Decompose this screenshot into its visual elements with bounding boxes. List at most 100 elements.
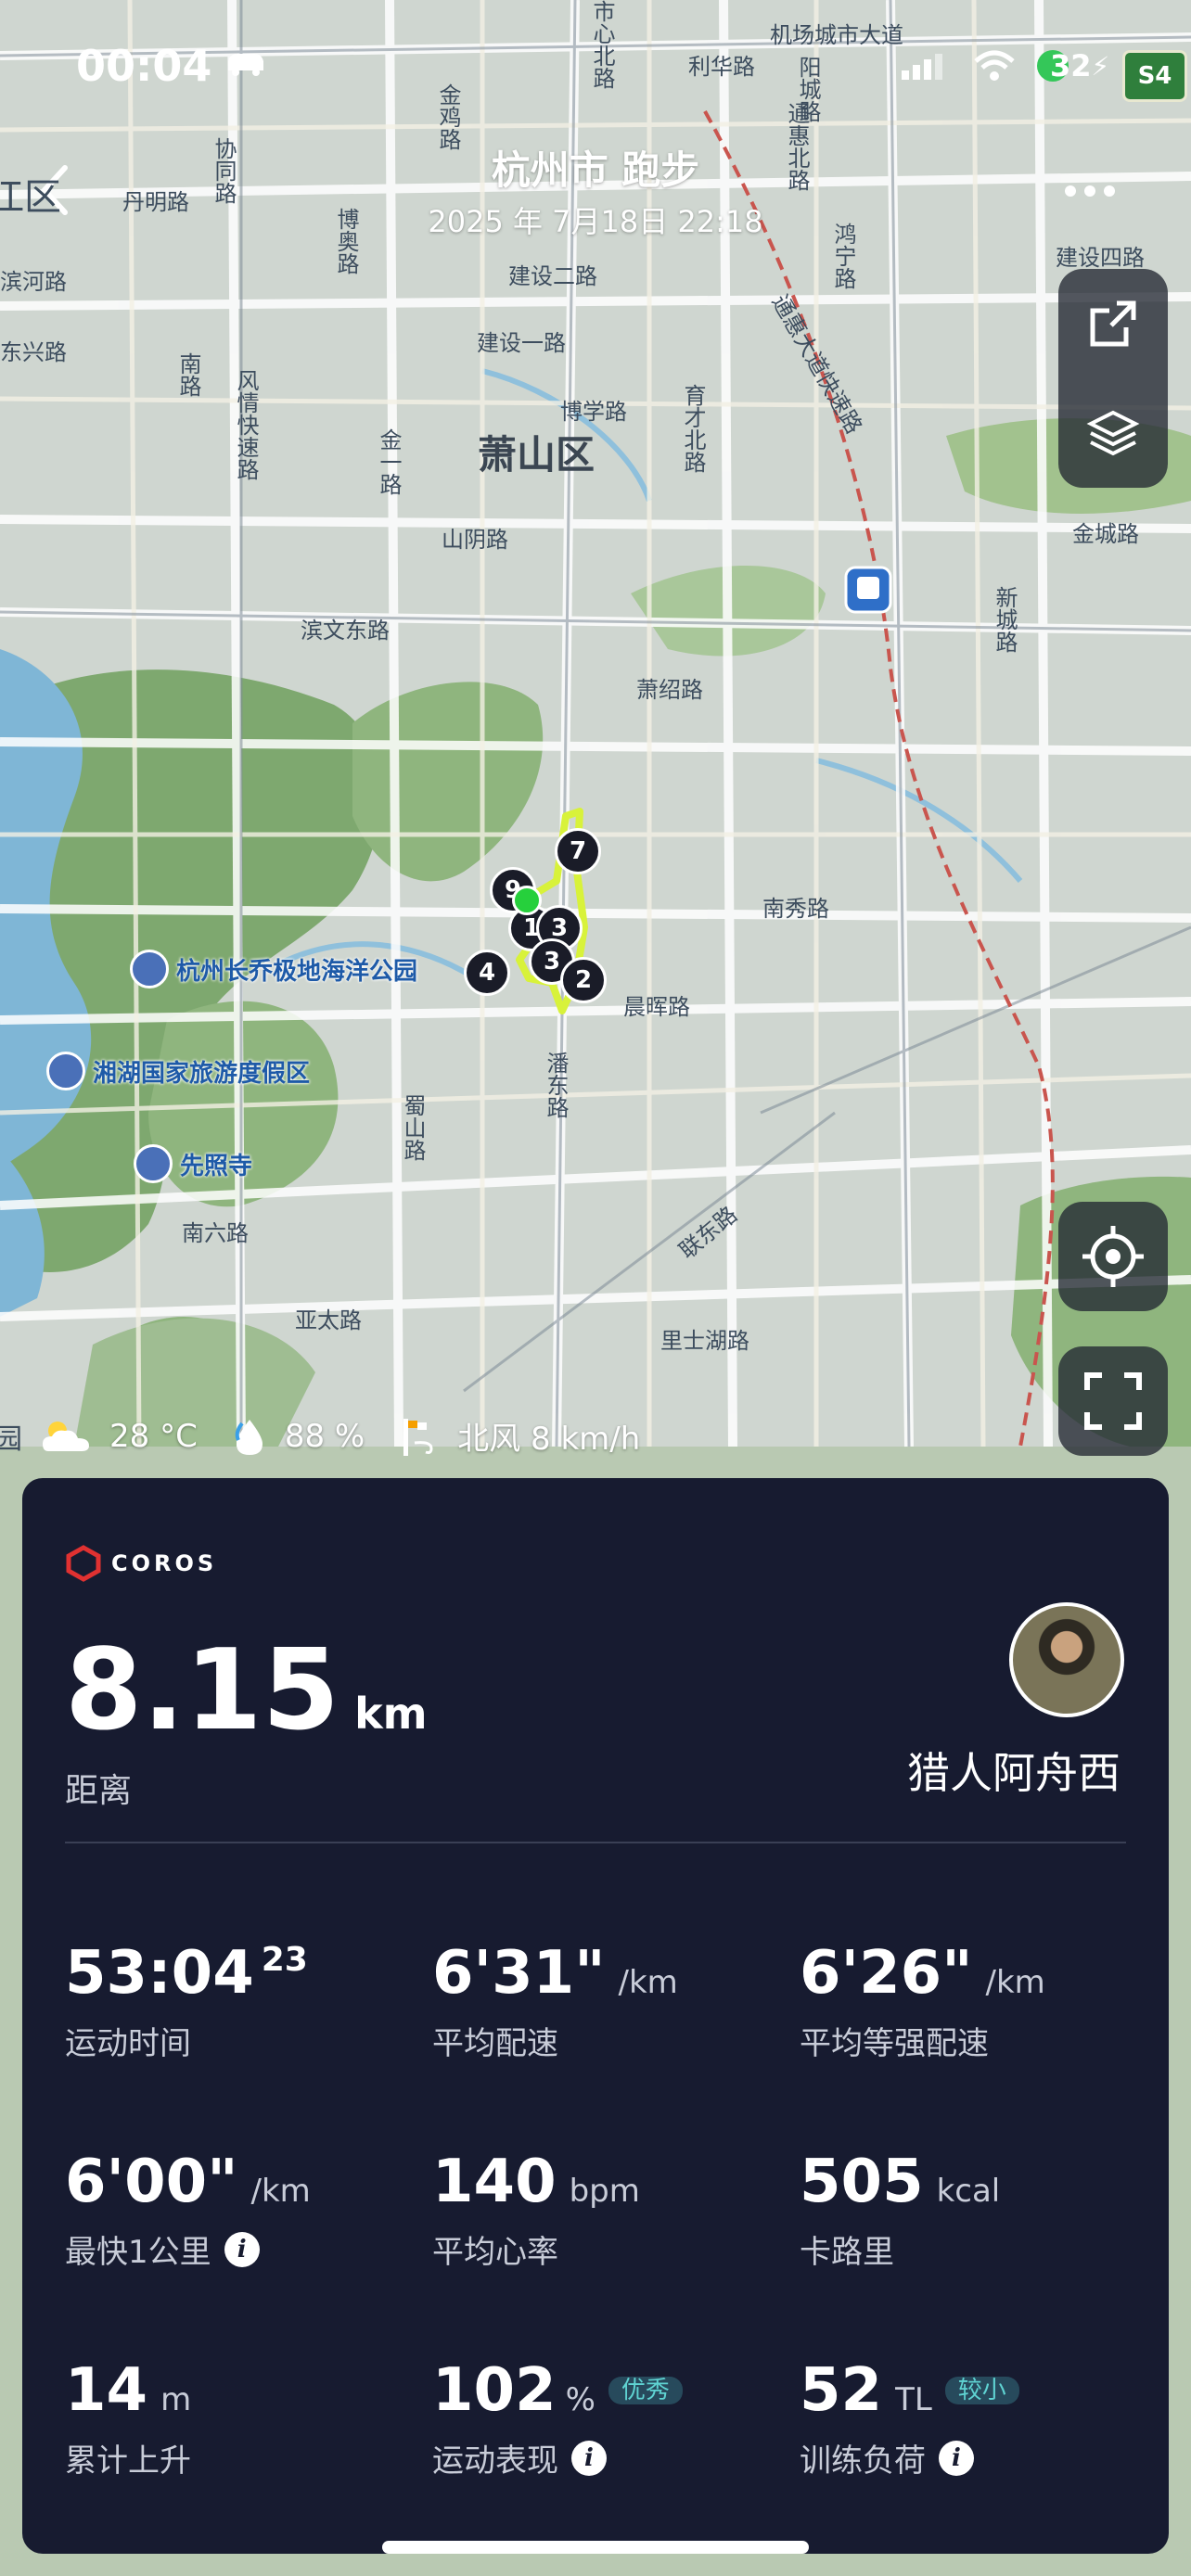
- km-marker[interactable]: 7: [555, 828, 601, 874]
- poi-icon: [134, 1144, 173, 1183]
- road-label: 新城路: [992, 586, 1018, 653]
- activity-summary-card: COROS 8.15 km 距离 猎人阿舟西 53:04 23 运动时间 6'31…: [22, 1478, 1169, 2554]
- temperature: 28 °C: [109, 1417, 198, 1455]
- road-label: 萧绍路: [636, 677, 703, 703]
- fullscreen-icon: [1084, 1372, 1142, 1430]
- stat-unit: %: [565, 2381, 596, 2418]
- highway-badge: S4: [1122, 50, 1187, 102]
- poi-xianghu[interactable]: 湘湖国家旅游度假区: [46, 1052, 310, 1090]
- poi-temple[interactable]: 先照寺: [134, 1144, 252, 1183]
- stat-value: 6'00": [65, 2148, 238, 2216]
- road-label: 潘东路: [543, 1052, 569, 1118]
- road-label: 亚太路: [295, 1307, 362, 1333]
- road-label: 滨文东路: [301, 618, 390, 644]
- start-point-icon: [512, 886, 542, 915]
- info-icon[interactable]: i: [939, 2440, 974, 2476]
- stat-label: 最快1公里: [65, 2234, 211, 2271]
- stat-label: 运动表现: [432, 2442, 558, 2480]
- stat-label: 累计上升: [65, 2442, 191, 2480]
- stat-unit: bpm: [569, 2173, 640, 2210]
- road-label: 里士湖路: [660, 1328, 749, 1354]
- home-indicator[interactable]: [382, 2541, 809, 2554]
- more-button[interactable]: [1057, 172, 1122, 210]
- road-label: 南秀路: [762, 896, 829, 922]
- divider: [65, 1842, 1126, 1843]
- stat-unit: /km: [618, 1964, 678, 2001]
- charging-icon: ⚡: [1091, 50, 1110, 82]
- stat-label: 平均配速: [432, 2025, 558, 2062]
- road-label: 金一路: [376, 428, 402, 495]
- map-tools-group: [1058, 269, 1168, 488]
- stat-unit: /km: [250, 2173, 311, 2210]
- layers-button[interactable]: [1058, 378, 1168, 488]
- district-label: 萧山区: [478, 432, 596, 478]
- road-label: 建设一路: [477, 330, 566, 356]
- road-label: 风情快速路: [233, 369, 259, 480]
- battery-level: 32: [1050, 48, 1092, 83]
- status-time: 00:04: [76, 41, 212, 91]
- stat-value: 6'26": [800, 1939, 973, 2008]
- activity-datetime: 2025 年 7月18日 22:18: [428, 204, 763, 239]
- info-icon[interactable]: i: [224, 2231, 260, 2267]
- poi-label: 先照寺: [180, 1152, 253, 1180]
- rating-badge: 较小: [944, 2377, 1019, 2404]
- poi-ocean-park[interactable]: 杭州长乔极地海洋公园: [130, 950, 417, 988]
- distance-block: 8.15 km 距离: [65, 1636, 428, 1812]
- rating-badge: 优秀: [608, 2377, 683, 2404]
- stat-adjusted-pace: 6'26"/km 平均等强配速: [800, 1944, 1045, 2063]
- distance-unit: km: [354, 1689, 428, 1739]
- road-label: 机场城市大道: [770, 22, 903, 48]
- road-label: 利华路: [688, 54, 755, 80]
- stat-label: 运动时间: [65, 2025, 191, 2062]
- road-label: 建设二路: [508, 263, 597, 289]
- more-dots-icon: [1065, 185, 1115, 197]
- signal-icon: [900, 52, 944, 85]
- locate-button[interactable]: [1058, 1202, 1168, 1311]
- info-icon[interactable]: i: [571, 2440, 607, 2476]
- cloudy-icon: [43, 1421, 89, 1451]
- stat-label: 平均等强配速: [800, 2025, 989, 2062]
- weather-bar: 园 28 °C 88 % 北风 8 km/h: [0, 1413, 640, 1459]
- stat-sup: 23: [261, 1941, 308, 1979]
- stat-value: 140: [432, 2148, 557, 2216]
- road-label: 金城路: [1072, 521, 1139, 547]
- road-label: 育才北路: [680, 384, 706, 473]
- layers-icon: [1086, 410, 1140, 456]
- user-name[interactable]: 猎人阿舟西: [907, 1740, 1121, 1801]
- page-title: 杭州市 跑步: [491, 147, 700, 193]
- brand-logo: COROS: [65, 1545, 217, 1582]
- fullscreen-button[interactable]: [1058, 1346, 1168, 1456]
- stat-training-load: 52 TL 较小 训练负荷 i: [800, 2361, 1019, 2480]
- road-label: 蜀山路: [400, 1094, 426, 1161]
- km-marker[interactable]: 2: [560, 957, 607, 1003]
- car-icon: [223, 50, 269, 78]
- wifi-icon: [972, 48, 1017, 85]
- stat-value: 14: [65, 2356, 148, 2425]
- avatar[interactable]: [1009, 1602, 1124, 1717]
- locate-icon: [1082, 1226, 1144, 1287]
- stat-unit: kcal: [936, 2173, 1001, 2210]
- stat-label: 平均心率: [432, 2234, 558, 2271]
- stat-avg-hr: 140 bpm 平均心率: [432, 2152, 640, 2272]
- distance-value: 8.15: [65, 1626, 340, 1755]
- stat-value: 52: [800, 2356, 883, 2425]
- road-label: 东兴路: [0, 339, 67, 365]
- stat-calories: 505 kcal 卡路里: [800, 2152, 1000, 2272]
- poi-icon: [46, 1052, 85, 1090]
- km-marker[interactable]: 4: [464, 950, 510, 996]
- poi-label: 杭州长乔极地海洋公园: [176, 957, 418, 986]
- wind: 北风 8 km/h: [457, 1421, 641, 1458]
- road-label: 建设四路: [1056, 245, 1145, 271]
- stat-value: 505: [800, 2148, 924, 2216]
- road-label: 南路: [175, 352, 201, 397]
- stat-label: 训练负荷: [800, 2442, 926, 2480]
- stat-value: 102: [432, 2356, 557, 2425]
- humidity: 88 %: [284, 1417, 365, 1455]
- stat-performance: 102% 优秀 运动表现 i: [432, 2361, 683, 2480]
- brand-name: COROS: [111, 1550, 218, 1576]
- road-label: 博学路: [560, 399, 627, 425]
- distance-label: 距离: [65, 1772, 133, 1810]
- stat-unit: /km: [985, 1964, 1045, 2001]
- share-button[interactable]: [1058, 269, 1168, 378]
- stat-value: 53:04: [65, 1939, 254, 2008]
